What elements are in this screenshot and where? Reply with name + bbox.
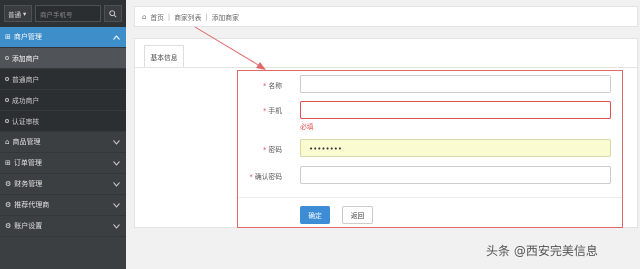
annotation-box: [237, 70, 623, 228]
form-layer: * 名称 * 手机 必填 * 密码 •••••••• * 确认密码 确定 返回: [0, 0, 640, 269]
watermark: 头条 @西安完美信息: [486, 244, 598, 258]
annotation-arrow: [194, 26, 266, 70]
